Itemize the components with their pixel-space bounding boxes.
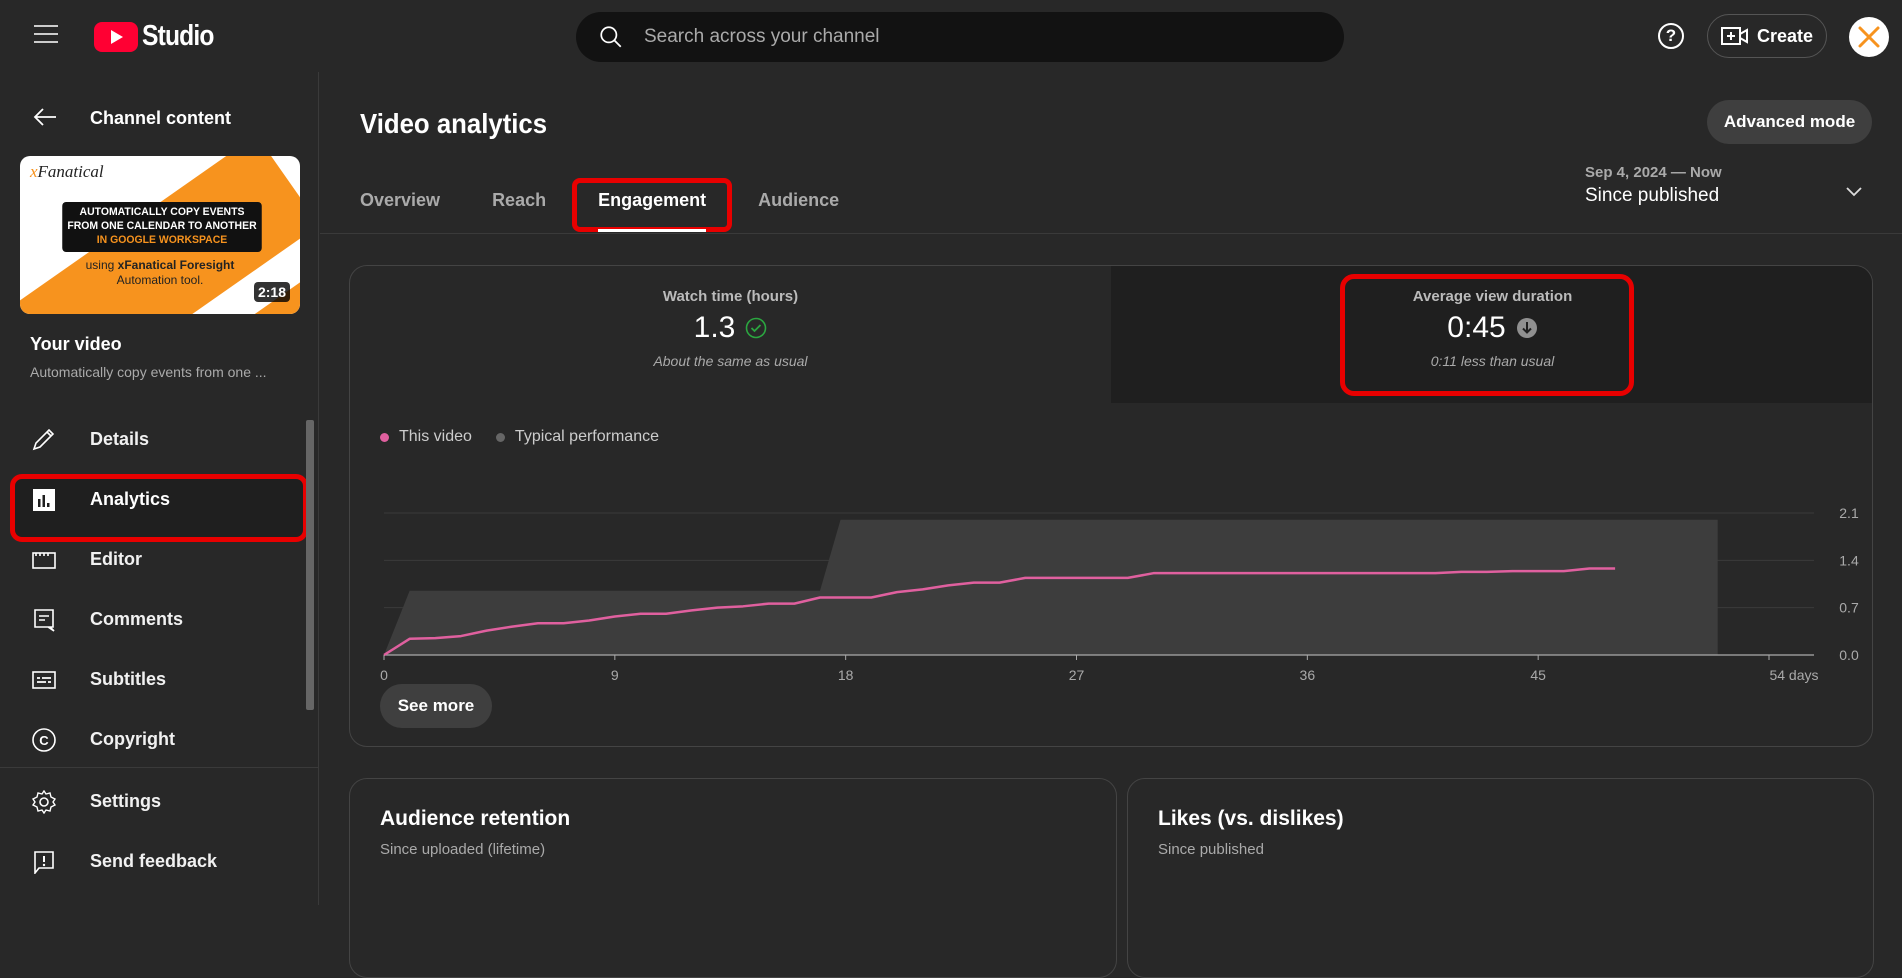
main-content: Video analytics Advanced mode Overview R…: [320, 72, 1902, 905]
top-bar: Studio ? Create: [0, 0, 1902, 72]
pencil-icon: [30, 428, 58, 452]
back-to-channel-content[interactable]: Channel content: [0, 100, 319, 136]
y-tick-label: 1.4: [1839, 552, 1859, 568]
x-tick-label: 27: [1069, 667, 1085, 683]
analytics-tabs: Overview Reach Engagement Audience: [360, 190, 891, 232]
back-label: Channel content: [90, 108, 231, 129]
sidebar-item-label: Settings: [90, 791, 161, 812]
gear-icon: [30, 790, 58, 814]
video-thumbnail[interactable]: xFanatical AUTOMATICALLY COPY EVENTS FRO…: [20, 156, 300, 314]
x-tick-label: 45: [1530, 667, 1546, 683]
x-tick-label: 18: [838, 667, 854, 683]
youtube-play-icon: [94, 22, 138, 52]
sidebar-item-label: Details: [90, 429, 149, 450]
metric-watch-time[interactable]: Watch time (hours) 1.3 About the same as…: [350, 266, 1111, 403]
create-label: Create: [1757, 26, 1813, 47]
video-title: Automatically copy events from one ...: [30, 364, 267, 380]
sidebar-item-label: Editor: [90, 549, 142, 570]
menu-icon[interactable]: [34, 25, 58, 45]
sidebar-item-copyright[interactable]: C Copyright: [0, 710, 319, 770]
sidebar-item-label: Analytics: [90, 489, 170, 510]
metric-value: 0:45: [1447, 311, 1505, 345]
advanced-mode-button[interactable]: Advanced mode: [1707, 100, 1872, 144]
copyright-icon: C: [30, 728, 58, 752]
sidebar-divider: [0, 767, 319, 768]
metric-value: 1.3: [694, 311, 736, 345]
sidebar-item-subtitles[interactable]: Subtitles: [0, 650, 319, 710]
studio-logo[interactable]: Studio: [94, 20, 226, 53]
sidebar-nav: Details Analytics Editor Comments Subtit…: [0, 410, 319, 770]
sidebar-item-analytics[interactable]: Analytics: [0, 470, 319, 530]
search-input[interactable]: [644, 26, 1284, 48]
chevron-down-icon: [1845, 186, 1863, 198]
sidebar: Channel content xFanatical AUTOMATICALLY…: [0, 72, 319, 905]
check-circle-icon: [745, 317, 767, 339]
your-video-label: Your video: [30, 334, 122, 355]
page-title: Video analytics: [360, 108, 547, 140]
search-bar[interactable]: [576, 12, 1344, 62]
sidebar-item-label: Comments: [90, 609, 183, 630]
tabs-divider: [320, 233, 1902, 234]
video-duration: 2:18: [254, 282, 290, 302]
engagement-card: Watch time (hours) 1.3 About the same as…: [349, 265, 1873, 747]
metric-label: Watch time (hours): [350, 288, 1111, 305]
y-tick-label: 0.7: [1839, 600, 1859, 616]
y-tick-label: 2.1: [1839, 505, 1859, 521]
card-title: Audience retention: [380, 807, 570, 831]
sidebar-item-settings[interactable]: Settings: [0, 772, 319, 832]
help-icon[interactable]: ?: [1658, 23, 1684, 49]
add-video-icon: [1721, 25, 1749, 47]
card-subtitle: Since uploaded (lifetime): [380, 841, 545, 858]
sidebar-item-label: Send feedback: [90, 851, 217, 872]
y-tick-label: 0.0: [1839, 647, 1859, 663]
subtitles-icon: [30, 668, 58, 692]
metric-note: 0:11 less than usual: [1111, 353, 1873, 369]
clapperboard-icon: [30, 548, 58, 572]
tab-reach[interactable]: Reach: [492, 190, 546, 232]
sidebar-item-editor[interactable]: Editor: [0, 530, 319, 590]
sidebar-item-label: Subtitles: [90, 669, 166, 690]
logo-text: Studio: [142, 20, 214, 53]
avatar-x-logo-icon: [1856, 24, 1882, 50]
date-range-picker[interactable]: Sep 4, 2024 — Now Since published: [1585, 164, 1885, 224]
sidebar-item-details[interactable]: Details: [0, 410, 319, 470]
x-tick-label: 9: [611, 667, 619, 683]
tab-audience[interactable]: Audience: [758, 190, 839, 232]
metric-note: About the same as usual: [350, 353, 1111, 369]
analytics-icon: [30, 488, 58, 512]
search-icon: [598, 24, 624, 50]
create-button[interactable]: Create: [1707, 14, 1827, 58]
metric-average-view-duration[interactable]: Average view duration 0:45 0:11 less tha…: [1111, 266, 1873, 403]
card-subtitle: Since published: [1158, 841, 1264, 858]
likes-card[interactable]: Likes (vs. dislikes) Since published: [1127, 778, 1874, 978]
comment-icon: [30, 608, 58, 632]
audience-retention-card[interactable]: Audience retention Since uploaded (lifet…: [349, 778, 1117, 978]
sidebar-item-label: Copyright: [90, 729, 175, 750]
sidebar-scrollbar[interactable]: [306, 420, 314, 710]
sidebar-bottom-nav: Settings Send feedback: [0, 772, 319, 892]
see-more-button[interactable]: See more: [380, 684, 492, 728]
thumbnail-banner: AUTOMATICALLY COPY EVENTS FROM ONE CALEN…: [62, 202, 262, 252]
date-range-dates: Sep 4, 2024 — Now: [1585, 164, 1885, 181]
x-tick-label: 36: [1300, 667, 1316, 683]
watch-time-chart[interactable]: 0.0 0.7 1.4 2.1 0 9 18 27 36 45 54 days: [350, 403, 1873, 683]
x-tick-label: 54 days: [1769, 667, 1818, 683]
avatar[interactable]: [1849, 17, 1889, 57]
metric-label: Average view duration: [1111, 288, 1873, 305]
card-title: Likes (vs. dislikes): [1158, 807, 1344, 831]
sidebar-item-send-feedback[interactable]: Send feedback: [0, 832, 319, 892]
svg-text:C: C: [39, 733, 49, 748]
tab-engagement[interactable]: Engagement: [598, 190, 706, 232]
typical-performance-area: [384, 520, 1718, 655]
thumbnail-brand: xFanatical: [30, 162, 104, 182]
back-arrow-icon[interactable]: [32, 106, 58, 128]
feedback-icon: [30, 850, 58, 874]
x-tick-label: 0: [380, 667, 388, 683]
arrow-down-circle-icon: [1516, 317, 1538, 339]
sidebar-item-comments[interactable]: Comments: [0, 590, 319, 650]
date-range-label: Since published: [1585, 185, 1885, 207]
tab-overview[interactable]: Overview: [360, 190, 440, 232]
